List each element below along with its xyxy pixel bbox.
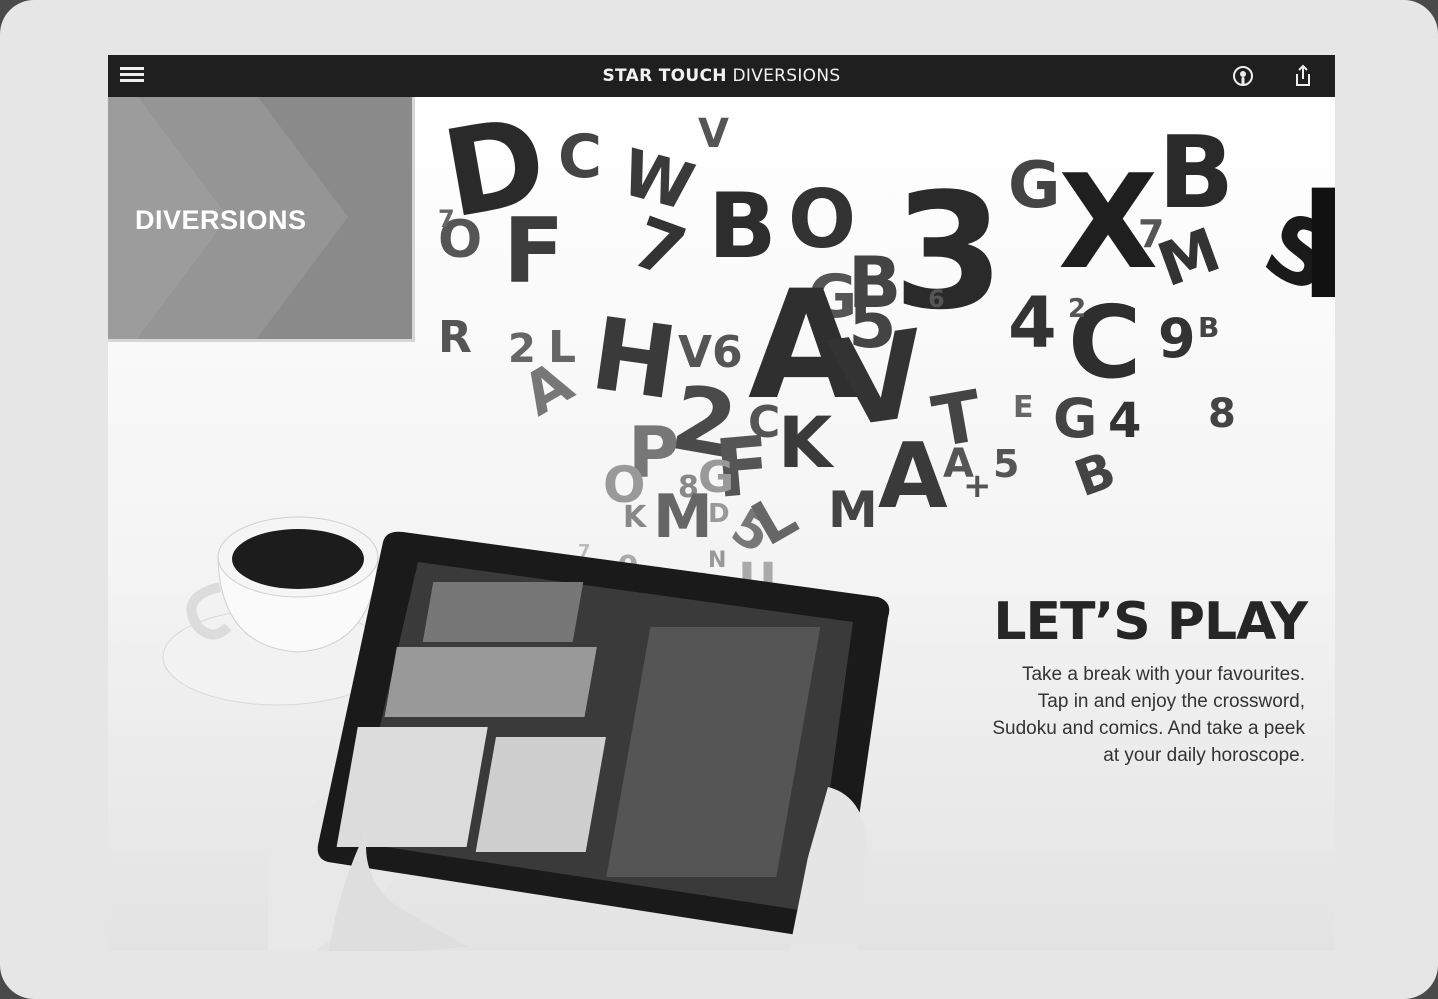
tablet-frame: STAR TOUCH DIVERSIONS D C W V O F 7 B O … (0, 0, 1438, 999)
section-tile-diversions[interactable]: DIVERSIONS (108, 97, 415, 342)
svg-text:+: + (963, 466, 992, 506)
svg-text:7: 7 (438, 205, 455, 233)
svg-text:E: E (1013, 390, 1034, 425)
svg-text:G: G (1053, 387, 1097, 450)
svg-text:4: 4 (1008, 282, 1057, 364)
svg-text:D: D (708, 499, 730, 529)
svg-text:K: K (778, 402, 835, 484)
svg-text:V: V (698, 111, 729, 157)
app-title-light: DIVERSIONS (732, 66, 841, 86)
svg-text:F: F (503, 199, 564, 304)
svg-text:B: B (1158, 114, 1234, 231)
app-screen: STAR TOUCH DIVERSIONS D C W V O F 7 B O … (108, 55, 1335, 951)
svg-text:5: 5 (848, 282, 897, 364)
section-label: DIVERSIONS (135, 205, 307, 235)
svg-text:2: 2 (1068, 294, 1086, 324)
svg-text:5: 5 (993, 442, 1019, 486)
svg-text:7: 7 (622, 201, 696, 295)
svg-text:6: 6 (928, 285, 945, 313)
svg-text:B: B (1198, 311, 1219, 344)
share-icon[interactable] (1290, 63, 1316, 89)
top-bar: STAR TOUCH DIVERSIONS (108, 55, 1335, 97)
promo-headline: LET’S PLAY (993, 592, 1308, 652)
svg-text:A: A (878, 424, 948, 529)
svg-text:B: B (1067, 441, 1123, 509)
svg-text:I: I (1298, 159, 1335, 333)
tablet-in-hands-image (268, 531, 890, 951)
svg-text:O: O (788, 173, 856, 266)
promo-line-1: Take a break with your favourites. (1021, 664, 1305, 685)
promo-line-3: Sudoku and comics. And take a peek (992, 718, 1305, 739)
svg-text:R: R (438, 312, 472, 363)
promo-line-2: Tap in and enjoy the crossword, (1037, 691, 1305, 712)
promo-body: Take a break with your favourites. Tap i… (925, 661, 1305, 769)
app-title: STAR TOUCH DIVERSIONS (603, 66, 841, 86)
app-title-bold: STAR TOUCH (602, 66, 727, 86)
svg-text:7: 7 (1138, 212, 1164, 256)
svg-text:4: 4 (1108, 393, 1141, 449)
promo-line-4: at your daily horoscope. (1103, 745, 1305, 766)
podcast-icon[interactable] (1230, 63, 1256, 89)
svg-text:9: 9 (1158, 307, 1196, 370)
svg-text:H: H (585, 295, 684, 423)
svg-text:8: 8 (1208, 391, 1236, 437)
svg-text:G: G (1008, 149, 1061, 223)
svg-text:C: C (558, 122, 602, 192)
hero-content: D C W V O F 7 B O G B 3 G X B S I M 7 R … (108, 97, 1335, 951)
hamburger-menu-icon[interactable] (118, 64, 146, 88)
